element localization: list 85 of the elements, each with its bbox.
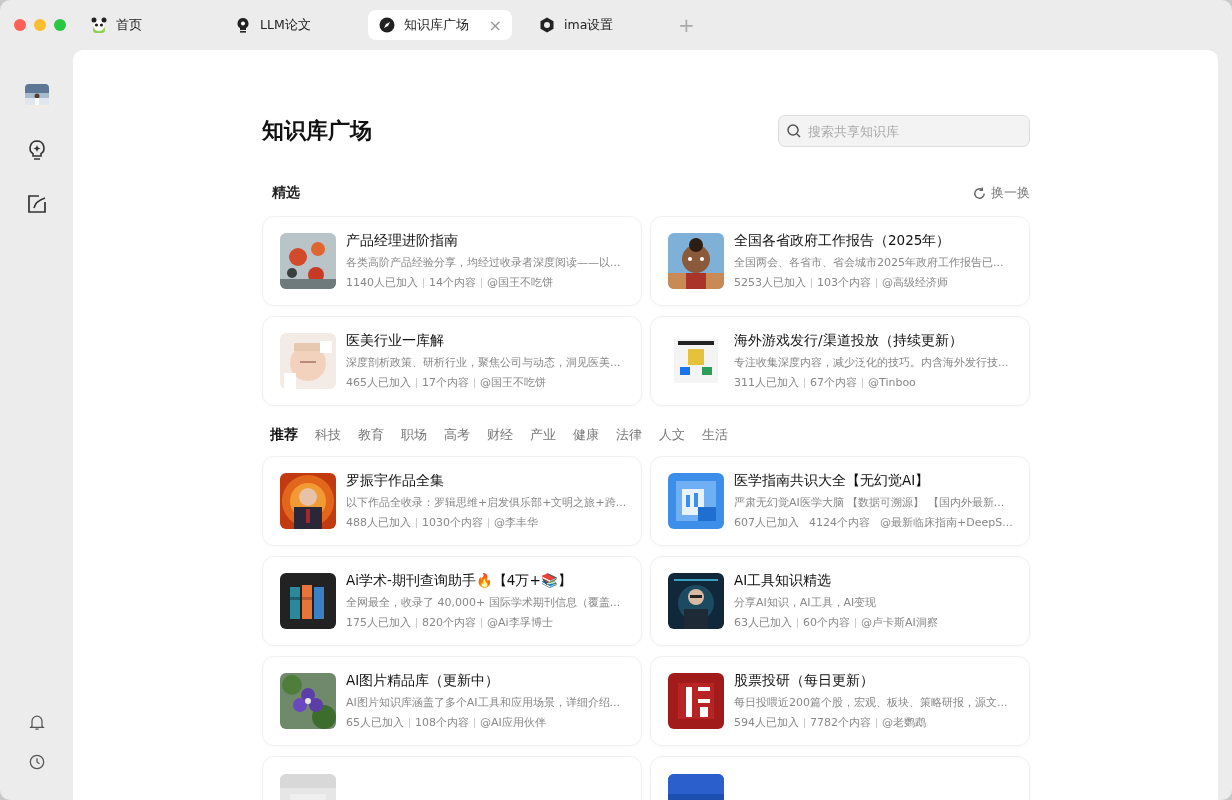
card-meta: 1030个内容: [422, 515, 483, 530]
card-description: 全网最全，收录了 40,000+ 国际学术期刊信息（覆盖...: [346, 595, 621, 610]
card-title: 股票投研（每日更新）: [734, 672, 875, 690]
card-meta: 4124个内容: [809, 515, 870, 530]
knowledge-base-card[interactable]: 罗振宇作品全集 以下作品全收录：罗辑思维+启发俱乐部+文明之旅+跨... 488人已加入 1030个内容 @李丰华: [262, 456, 642, 546]
card-meta: 7782个内容: [810, 715, 871, 730]
compass-icon: [378, 16, 396, 34]
card-meta: @李丰华: [494, 515, 538, 530]
category-tab[interactable]: 财经: [487, 426, 513, 444]
panda-icon: [90, 16, 108, 34]
knowledge-base-card[interactable]: Ai学术-期刊查询助手🔥【4万+📚】 全网最全，收录了 40,000+ 国际学术期刊信息（覆盖... 175人已加入 820个内容 @Ai李孚博士: [262, 556, 642, 646]
knowledge-base-card[interactable]: AI工具知识精选 分享AI知识，AI工具，AI变现 63人已加入 60个内容 @卢卡斯AI洞察: [650, 556, 1030, 646]
category-tab[interactable]: 生活: [702, 426, 728, 444]
card-description: 专注收集深度内容，减少泛化的技巧。内含海外发行技...: [734, 355, 1009, 370]
card-meta: @最新临床指南+DeepS...: [880, 515, 1013, 530]
refresh-button[interactable]: 换一换: [972, 184, 1030, 202]
category-tab[interactable]: 健康: [573, 426, 599, 444]
card-meta: @Ai李孚博士: [487, 615, 553, 630]
category-tab[interactable]: 教育: [358, 426, 384, 444]
refresh-icon: [972, 185, 987, 201]
card-meta: 17个内容: [422, 375, 469, 390]
card-meta: 67个内容: [810, 375, 857, 390]
card-meta: 175人已加入: [346, 615, 411, 630]
card-title: 产品经理进阶指南: [346, 232, 459, 250]
card-meta: 5253人已加入: [734, 275, 806, 290]
category-tab[interactable]: 人文: [659, 426, 685, 444]
card-meta: @卢卡斯AI洞察: [861, 615, 938, 630]
close-window-button[interactable]: [14, 19, 26, 31]
card-meta: 60个内容: [803, 615, 850, 630]
search-icon: [786, 123, 802, 139]
search-field[interactable]: 搜索共享知识库: [778, 115, 1030, 147]
card-meta: 820个内容: [422, 615, 476, 630]
card-title: 全国各省政府工作报告（2025年）: [734, 232, 952, 250]
card-description: AI图片知识库涵盖了多个AI工具和应用场景，详细介绍...: [346, 695, 621, 710]
knowledge-base-card[interactable]: 海外游戏发行/渠道投放（持续更新） 专注收集深度内容，减少泛化的技巧。内含海外发行技... 311人已加入 67个内容 @Tinboo: [650, 316, 1030, 406]
card-meta: @高级经济师: [882, 275, 948, 290]
card-meta: 607人已加入: [734, 515, 799, 530]
knowledge-base-card[interactable]: 产品经理进阶指南 各类高阶产品经验分享，均经过收录者深度阅读——以... 1140人已加入 14个内容 @国王不吃饼: [262, 216, 642, 306]
tab[interactable]: 首页: [80, 10, 208, 40]
card-title: Ai学术-期刊查询助手🔥【4万+📚】: [346, 572, 573, 590]
section-title: 精选: [272, 184, 300, 202]
card-meta: 594人已加入: [734, 715, 799, 730]
knowledge-base-card[interactable]: 股票投研（每日更新） 每日投喂近200篇个股，宏观、板块、策略研报，源文... 594人已加入 7782个内容 @老鹦鹉: [650, 656, 1030, 746]
card-meta: @国王不吃饼: [487, 275, 553, 290]
category-tab[interactable]: 科技: [315, 426, 341, 444]
card-description: 各类高阶产品经验分享，均经过收录者深度阅读——以...: [346, 255, 621, 270]
tab[interactable]: ima设置: [528, 10, 656, 40]
category-tab[interactable]: 法律: [616, 426, 642, 444]
card-description: 以下作品全收录：罗辑思维+启发俱乐部+文明之旅+跨...: [346, 495, 624, 510]
hexagon-icon: [538, 16, 556, 34]
category-tab[interactable]: 产业: [530, 426, 556, 444]
card-meta: 311人已加入: [734, 375, 799, 390]
category-tab[interactable]: 推荐: [270, 426, 298, 444]
card-description: 深度剖析政策、研析行业，聚焦公司与动态，洞见医美...: [346, 355, 621, 370]
card-meta: @老鹦鹉: [882, 715, 926, 730]
category-tab[interactable]: 职场: [401, 426, 427, 444]
knowledge-base-card[interactable]: 医学指南共识大全【无幻觉AI】 严肃无幻觉AI医学大脑 【数据可溯源】 【国内外最新... 607人已加入 4124个内容 @最新临床指南+DeepS...: [650, 456, 1030, 546]
knowledge-base-card[interactable]: 全国各省政府工作报告（2025年） 全国两会、各省市、省会城市2025年政府工作报告已... 5253人已加入 103个内容 @高级经济师: [650, 216, 1030, 306]
card-meta: @AI应用伙伴: [480, 715, 546, 730]
card-meta: 63人已加入: [734, 615, 792, 630]
card-title: AI工具知识精选: [734, 572, 833, 590]
card-meta: @国王不吃饼: [480, 375, 546, 390]
card-description: 严肃无幻觉AI医学大脑 【数据可溯源】 【国内外最新...: [734, 495, 1006, 510]
page-title: 知识库广场: [262, 117, 372, 145]
card-title: 海外游戏发行/渠道投放（持续更新）: [734, 332, 964, 350]
card-meta: 65人已加入: [346, 715, 404, 730]
card-meta: 1140人已加入: [346, 275, 418, 290]
card-title: 医美行业一库解: [346, 332, 445, 350]
tab[interactable]: 知识库广场 ×: [368, 10, 512, 40]
card-description: 全国两会、各省市、省会城市2025年政府工作报告已...: [734, 255, 1004, 270]
card-meta: 14个内容: [429, 275, 476, 290]
card-title: 医学指南共识大全【无幻觉AI】: [734, 472, 931, 490]
card-meta: @Tinboo: [868, 376, 916, 389]
card-meta: 488人已加入: [346, 515, 411, 530]
card-meta: 108个内容: [415, 715, 469, 730]
card-title: 罗振宇作品全集: [346, 472, 445, 490]
knowledge-base-card[interactable]: AI图片精品库（更新中） AI图片知识库涵盖了多个AI工具和应用场景，详细介绍... 65人已加入 108个内容 @AI应用伙伴: [262, 656, 642, 746]
card-title: AI图片精品库（更新中）: [346, 672, 501, 690]
category-tab[interactable]: 高考: [444, 426, 470, 444]
card-description: 每日投喂近200篇个股，宏观、板块、策略研报，源文...: [734, 695, 1008, 710]
tab[interactable]: LLM论文: [224, 10, 352, 40]
card-description: 分享AI知识，AI工具，AI变现: [734, 595, 878, 610]
knowledge-base-card[interactable]: 医美行业一库解 深度剖析政策、研析行业，聚焦公司与动态，洞见医美... 465人已加入 17个内容 @国王不吃饼: [262, 316, 642, 406]
card-meta: 103个内容: [817, 275, 871, 290]
card-meta: 465人已加入: [346, 375, 411, 390]
